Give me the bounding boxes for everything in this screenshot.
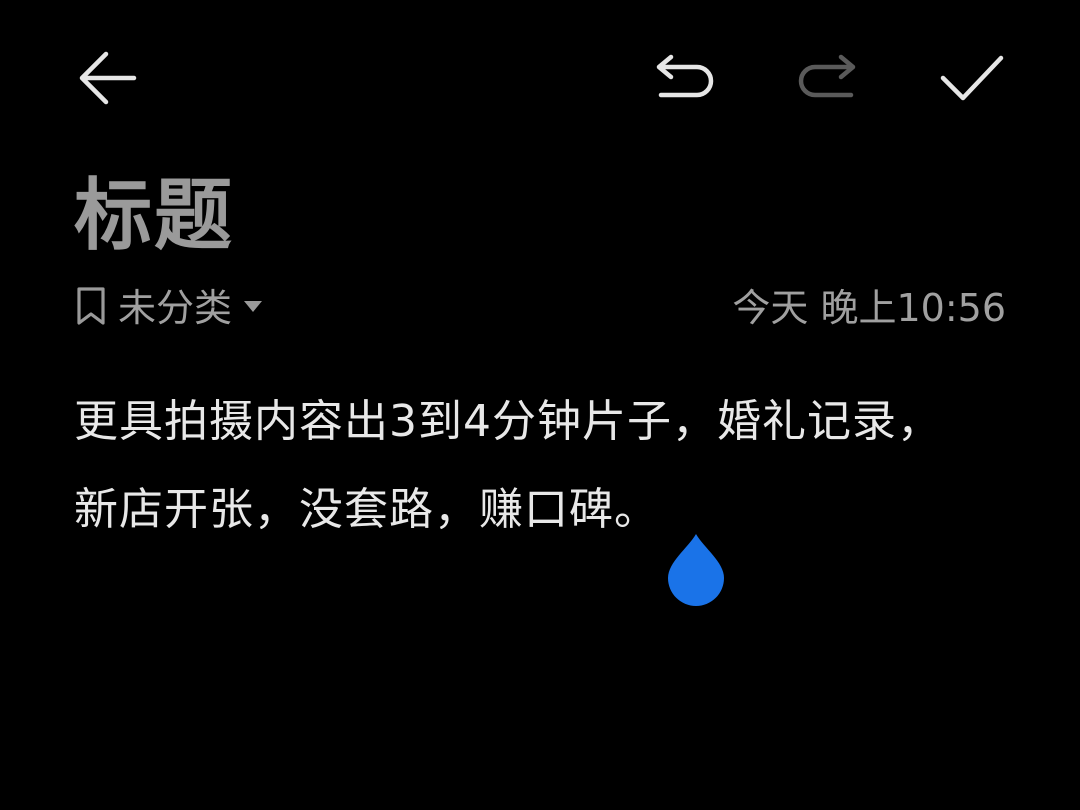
done-button[interactable] xyxy=(934,40,1010,116)
note-title-field[interactable]: 标题 xyxy=(74,166,234,266)
undo-button[interactable] xyxy=(646,40,722,116)
redo-icon xyxy=(795,53,861,103)
checkmark-icon xyxy=(937,50,1007,106)
undo-icon xyxy=(651,53,717,103)
arrow-left-icon xyxy=(76,46,140,110)
text-cursor-handle[interactable] xyxy=(664,530,728,608)
back-button[interactable] xyxy=(70,40,146,116)
body-line: 新店开张，没套路，赚口碑。 xyxy=(74,484,659,535)
bookmark-icon xyxy=(74,285,108,331)
dropdown-triangle-icon xyxy=(242,298,264,318)
note-timestamp: 今天 晚上10:56 xyxy=(732,286,1006,330)
redo-button[interactable] xyxy=(790,40,866,116)
note-body-editor[interactable]: 更具拍摄内容出3到4分钟片子，婚礼记录， 新店开张，没套路，赚口碑。 xyxy=(74,378,1014,554)
category-selector[interactable]: 未分类 xyxy=(74,280,264,336)
note-meta-row: 未分类 今天 晚上10:56 xyxy=(74,280,1006,336)
category-label: 未分类 xyxy=(118,286,233,330)
body-line: 更具拍摄内容出3到4分钟片子，婚礼记录， xyxy=(74,396,942,447)
